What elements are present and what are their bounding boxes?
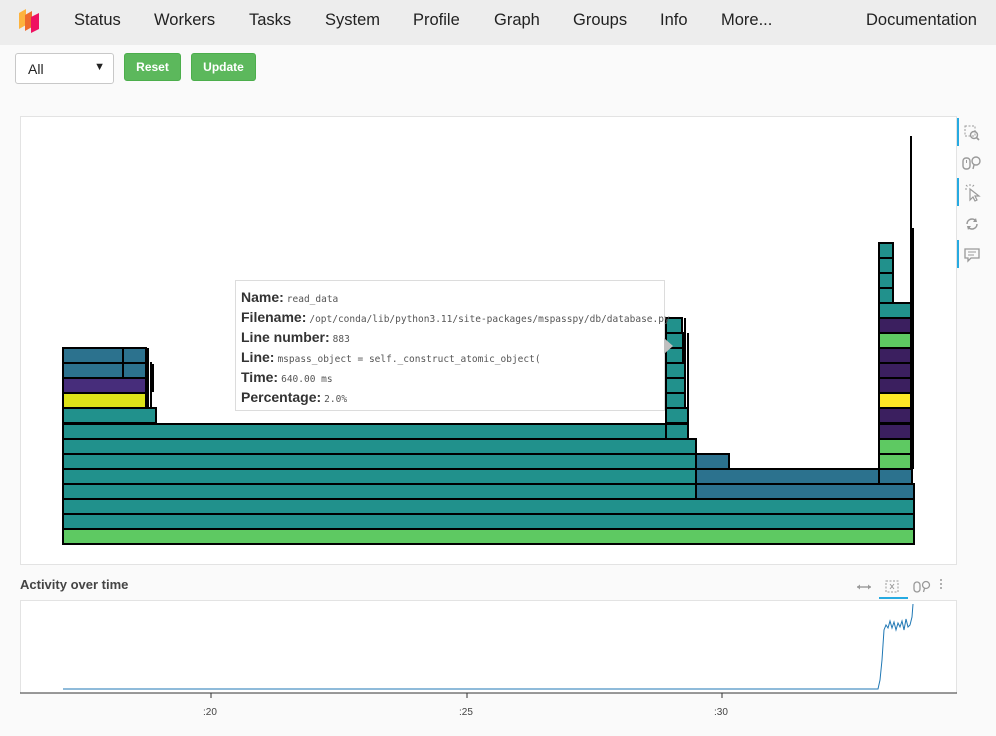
flame-tooltip: Name: read_data Filename:/opt/conda/lib/p… bbox=[235, 280, 670, 411]
flame-frame[interactable] bbox=[878, 438, 913, 455]
flame-frame[interactable] bbox=[62, 498, 915, 515]
flame-frame[interactable] bbox=[62, 377, 147, 394]
flame-frame[interactable] bbox=[878, 362, 913, 379]
flame-frame[interactable] bbox=[695, 483, 915, 500]
nav-more[interactable]: More... bbox=[721, 11, 772, 30]
nav-workers[interactable]: Workers bbox=[154, 11, 215, 30]
tooltip-line-number-value: 883 bbox=[332, 334, 350, 345]
flame-frame[interactable] bbox=[62, 513, 915, 530]
flame-frame[interactable] bbox=[122, 347, 147, 364]
wheel-zoom-icon[interactable] bbox=[957, 148, 987, 176]
tooltip-line-key: Line: bbox=[241, 349, 275, 365]
flame-frame[interactable] bbox=[878, 257, 894, 274]
dask-logo-icon[interactable] bbox=[18, 7, 40, 33]
flame-frame[interactable] bbox=[695, 468, 880, 485]
flame-frame[interactable] bbox=[878, 407, 913, 424]
flame-frame[interactable] bbox=[878, 242, 894, 259]
nav-graph[interactable]: Graph bbox=[494, 11, 540, 30]
flame-frame[interactable] bbox=[665, 392, 686, 409]
flame-frame[interactable] bbox=[878, 468, 913, 485]
more-tools-icon[interactable] bbox=[938, 576, 944, 592]
nav-profile[interactable]: Profile bbox=[413, 11, 460, 30]
top-nav-bar: Status Workers Tasks System Profile Grap… bbox=[0, 0, 996, 45]
x-tick-label: :30 bbox=[714, 707, 728, 718]
tooltip-time-value: 640.00 ms bbox=[281, 374, 333, 385]
activity-line bbox=[63, 603, 914, 690]
flame-frame[interactable] bbox=[665, 423, 689, 440]
flame-frame[interactable] bbox=[62, 438, 697, 455]
flame-frame[interactable] bbox=[695, 453, 730, 470]
activity-toolbar bbox=[850, 574, 950, 600]
flame-frame[interactable] bbox=[878, 332, 913, 349]
flame-frame[interactable] bbox=[878, 347, 913, 364]
flame-frame[interactable] bbox=[665, 362, 686, 379]
activity-plot[interactable] bbox=[0, 600, 996, 710]
nav-info[interactable]: Info bbox=[660, 11, 688, 30]
flame-frame[interactable] bbox=[62, 468, 697, 485]
tooltip-name-value: read_data bbox=[286, 294, 339, 305]
box-zoom-icon[interactable] bbox=[882, 578, 902, 596]
update-button[interactable]: Update bbox=[191, 53, 256, 81]
caret-down-icon: ▼ bbox=[94, 61, 105, 73]
flame-frame[interactable] bbox=[878, 302, 913, 319]
flame-frame[interactable] bbox=[878, 453, 913, 470]
box-zoom-icon[interactable] bbox=[957, 118, 987, 146]
flame-frame[interactable] bbox=[62, 483, 697, 500]
tooltip-time-key: Time: bbox=[241, 369, 279, 385]
x-tick-label: :20 bbox=[203, 707, 217, 718]
worker-select-value: All bbox=[28, 61, 44, 77]
nav-tasks[interactable]: Tasks bbox=[249, 11, 291, 30]
wheel-zoom-icon[interactable] bbox=[912, 578, 934, 596]
flame-frame[interactable] bbox=[665, 377, 686, 394]
flame-frame[interactable] bbox=[62, 423, 667, 440]
flame-frame[interactable] bbox=[878, 287, 894, 304]
flame-frame[interactable] bbox=[62, 453, 697, 470]
tooltip-line-number-key: Line number: bbox=[241, 329, 330, 345]
flame-frame[interactable] bbox=[62, 528, 915, 545]
reset-button[interactable]: Reset bbox=[124, 53, 181, 81]
tooltip-arrow-icon bbox=[664, 338, 673, 354]
nav-system[interactable]: System bbox=[325, 11, 380, 30]
nav-status[interactable]: Status bbox=[74, 11, 121, 30]
activity-title: Activity over time bbox=[20, 577, 129, 592]
flame-frame[interactable] bbox=[665, 407, 689, 424]
hover-icon[interactable] bbox=[957, 240, 987, 268]
tooltip-filename-value: /opt/conda/lib/python3.11/site-packages/… bbox=[309, 314, 670, 325]
tooltip-name-key: Name: bbox=[241, 289, 284, 305]
active-tool-indicator bbox=[879, 597, 908, 599]
flame-frame[interactable] bbox=[878, 423, 913, 440]
flame-frame[interactable] bbox=[878, 392, 913, 409]
flame-frame[interactable] bbox=[878, 377, 913, 394]
flame-frame[interactable] bbox=[62, 392, 147, 409]
flame-frame[interactable] bbox=[62, 407, 157, 424]
flame-frame[interactable] bbox=[878, 272, 894, 289]
x-tick-label: :25 bbox=[459, 707, 473, 718]
nav-documentation[interactable]: Documentation bbox=[866, 11, 977, 30]
flame-toolbar bbox=[957, 116, 987, 276]
flame-frame[interactable] bbox=[122, 362, 147, 379]
flame-frame[interactable] bbox=[878, 317, 913, 334]
tooltip-filename-key: Filename: bbox=[241, 309, 307, 325]
flame-frame[interactable] bbox=[62, 347, 124, 364]
tooltip-line-value: mspass_object = self._construct_atomic_o… bbox=[277, 354, 541, 365]
tap-icon[interactable] bbox=[957, 178, 987, 206]
tooltip-percentage-key: Percentage: bbox=[241, 389, 322, 405]
tooltip-percentage-value: 2.0% bbox=[324, 394, 348, 405]
worker-select[interactable]: All ▼ bbox=[15, 53, 114, 84]
nav-groups[interactable]: Groups bbox=[573, 11, 627, 30]
flame-frame[interactable] bbox=[62, 362, 124, 379]
pan-icon[interactable] bbox=[854, 578, 874, 596]
reset-icon[interactable] bbox=[957, 210, 987, 238]
